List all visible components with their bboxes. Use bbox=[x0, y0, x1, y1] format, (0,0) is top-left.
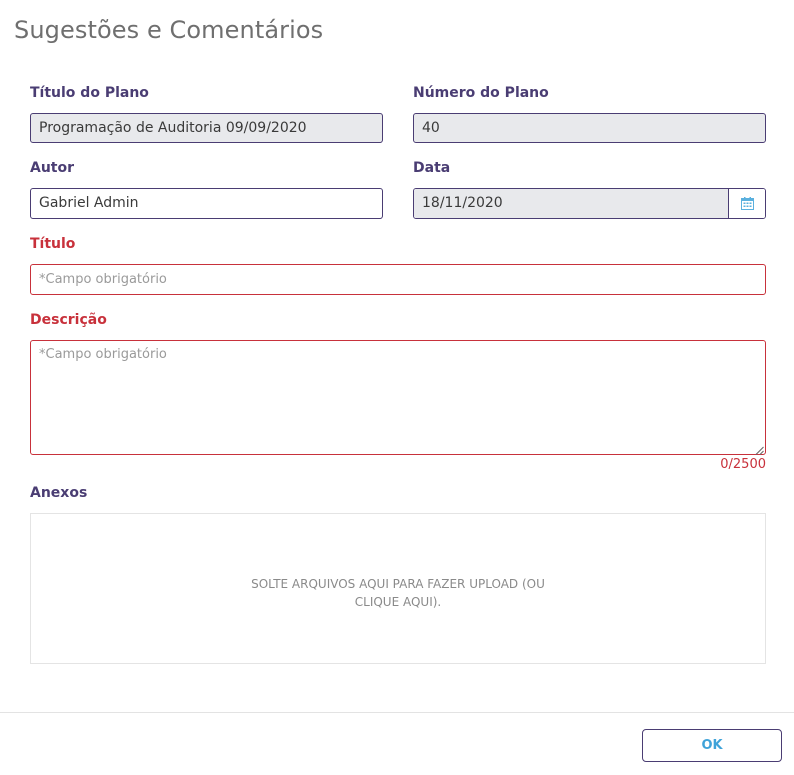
resize-grip-icon[interactable] bbox=[755, 444, 764, 455]
file-dropzone[interactable]: SOLTE ARQUIVOS AQUI PARA FAZER UPLOAD (O… bbox=[30, 513, 766, 664]
plan-number-field: 40 bbox=[413, 113, 766, 143]
description-textarea[interactable]: *Campo obrigatório bbox=[30, 340, 766, 455]
date-label: Data bbox=[413, 160, 451, 176]
dropzone-text: SOLTE ARQUIVOS AQUI PARA FAZER UPLOAD (O… bbox=[251, 576, 545, 609]
plan-title-field: Programação de Auditoria 09/09/2020 bbox=[30, 113, 383, 143]
suggestions-dialog: Sugestões e Comentários Título do Plano … bbox=[0, 0, 794, 775]
attachments-label: Anexos bbox=[30, 485, 88, 501]
footer-divider bbox=[0, 712, 794, 713]
plan-number-label: Número do Plano bbox=[413, 85, 549, 101]
title-placeholder: *Campo obrigatório bbox=[39, 272, 167, 287]
description-label: Descrição bbox=[30, 312, 107, 328]
title-input[interactable]: *Campo obrigatório bbox=[30, 264, 766, 295]
date-field: 18/11/2020 bbox=[414, 189, 728, 218]
plan-title-label: Título do Plano bbox=[30, 85, 149, 101]
description-placeholder: *Campo obrigatório bbox=[39, 347, 167, 362]
date-picker: 18/11/2020 bbox=[413, 188, 766, 219]
description-char-counter: 0/2500 bbox=[720, 457, 766, 472]
author-label: Autor bbox=[30, 160, 75, 176]
calendar-icon bbox=[740, 197, 754, 210]
calendar-button[interactable] bbox=[728, 189, 765, 218]
ok-button[interactable]: OK bbox=[642, 729, 782, 762]
author-field[interactable]: Gabriel Admin bbox=[30, 188, 383, 219]
dialog-title: Sugestões e Comentários bbox=[14, 16, 324, 44]
title-label: Título bbox=[30, 236, 76, 252]
